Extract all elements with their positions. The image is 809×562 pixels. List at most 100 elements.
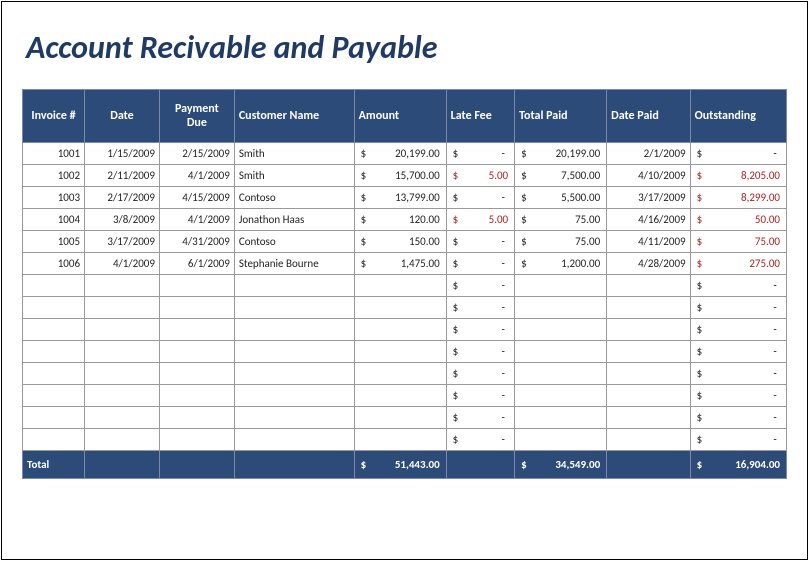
cell [234,341,354,363]
cell: 4/1/2009 [85,253,160,275]
table-row: 10053/17/20094/31/2009Contoso$150.00$-$7… [23,231,787,253]
th-date: Date [85,90,160,143]
cell: 2/15/2009 [159,143,234,165]
th-amount: Amount [354,90,446,143]
money-cell: $5,500.00 [515,187,607,209]
cell [85,275,160,297]
money-cell: $120.00 [354,209,446,231]
cell [234,319,354,341]
cell [234,385,354,407]
money-cell: $- [446,187,514,209]
money-cell: $75.00 [515,209,607,231]
cell [23,385,85,407]
cell [607,385,690,407]
table-row-empty: $- $- [23,341,787,363]
money-cell: $8,205.00 [690,165,786,187]
th-invoice: Invoice # [23,90,85,143]
cell: 2/11/2009 [85,165,160,187]
money-cell: $- [446,363,514,385]
cell [354,407,446,429]
cell [85,407,160,429]
cell: 3/17/2009 [85,231,160,253]
cell [23,407,85,429]
cell [515,429,607,451]
cell [85,297,160,319]
cell [515,297,607,319]
cell: 3/8/2009 [85,209,160,231]
cell [159,341,234,363]
table-row-empty: $-$- [23,297,787,319]
cell [23,429,85,451]
money-cell: $1,200.00 [515,253,607,275]
cell [515,363,607,385]
cell [85,385,160,407]
cell [23,341,85,363]
cell [515,385,607,407]
cell: 1005 [23,231,85,253]
table-row: 10043/8/20094/1/2009Jonathon Haas$120.00… [23,209,787,231]
cell: 3/17/2009 [607,187,690,209]
cell [354,429,446,451]
money-cell: $- [690,319,786,341]
table-row: 10032/17/20094/15/2009Contoso$13,799.00$… [23,187,787,209]
cell [159,385,234,407]
cell: Contoso [234,231,354,253]
money-cell: $- [446,429,514,451]
table-row-empty: $- $- [23,319,787,341]
cell [607,407,690,429]
cell [23,319,85,341]
table-footer: Total $51,443.00 $34,549.00 $16,904.00 [23,451,787,479]
cell [607,341,690,363]
money-cell: $50.00 [690,209,786,231]
cell: 1001 [23,143,85,165]
cell: 1006 [23,253,85,275]
cell: 4/15/2009 [159,187,234,209]
cell [354,297,446,319]
money-cell: $275.00 [690,253,786,275]
table-row: 10022/11/20094/1/2009Smith$15,700.00$5.0… [23,165,787,187]
cell: 1003 [23,187,85,209]
cell [159,407,234,429]
cell [515,407,607,429]
cell: Jonathon Haas [234,209,354,231]
money-cell: $20,199.00 [515,143,607,165]
page-title: Account Recivable and Payable [26,28,787,67]
cell [234,363,354,385]
table-row-empty: $- $- [23,363,787,385]
cell [234,407,354,429]
money-cell: $- [446,407,514,429]
money-cell: $- [446,319,514,341]
total-paid: $34,549.00 [515,451,607,479]
cell: Stephanie Bourne [234,253,354,275]
table-row: 10064/1/20096/1/2009Stephanie Bourne$1,4… [23,253,787,275]
cell: 4/1/2009 [159,165,234,187]
cell [234,297,354,319]
table-body: 10011/15/20092/15/2009Smith$20,199.00$-$… [23,143,787,451]
th-outstanding: Outstanding [690,90,786,143]
money-cell: $- [690,143,786,165]
money-cell: $1,475.00 [354,253,446,275]
money-cell: $- [446,143,514,165]
cell [515,341,607,363]
money-cell: $- [690,363,786,385]
money-cell: $- [446,341,514,363]
cell: 4/31/2009 [159,231,234,253]
cell [515,319,607,341]
th-date-paid: Date Paid [607,90,690,143]
cell [85,319,160,341]
th-late-fee: Late Fee [446,90,514,143]
table-row-empty: $-$- [23,407,787,429]
cell [607,297,690,319]
cell [85,363,160,385]
th-customer: Customer Name [234,90,354,143]
cell [159,319,234,341]
money-cell: $- [446,231,514,253]
table-row-empty: $-$- [23,429,787,451]
cell [234,275,354,297]
money-cell: $15,700.00 [354,165,446,187]
total-outstanding: $16,904.00 [690,451,786,479]
money-cell: $7,500.00 [515,165,607,187]
money-cell: $- [446,385,514,407]
money-cell: $- [690,341,786,363]
cell [607,275,690,297]
